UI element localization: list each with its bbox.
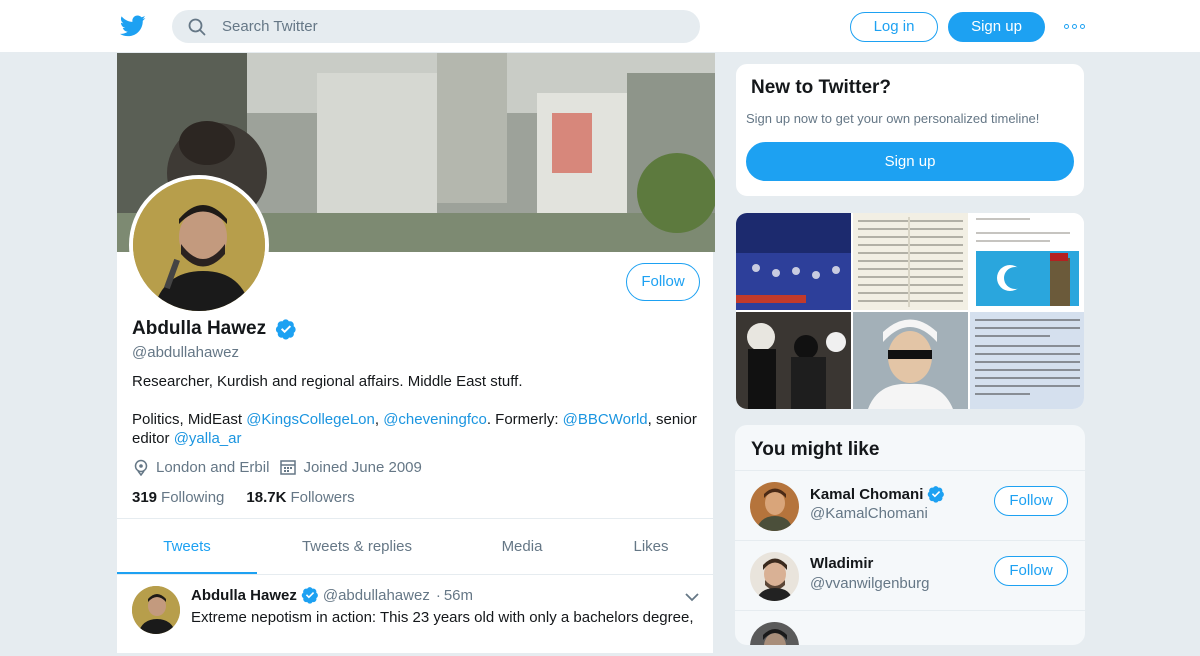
following-label: Following bbox=[161, 489, 225, 506]
suggested-user-avatar[interactable] bbox=[750, 552, 799, 601]
profile-location: London and Erbil bbox=[156, 458, 270, 476]
tab-likes[interactable]: Likes bbox=[587, 519, 715, 574]
following-count: 319 bbox=[132, 489, 158, 506]
suggested-user-row[interactable]: Kamal Chomani @KamalChomani Follow bbox=[735, 470, 1085, 540]
bio-mention-link[interactable]: @BBCWorld bbox=[563, 411, 648, 428]
tab-tweets-replies[interactable]: Tweets & replies bbox=[257, 519, 457, 574]
media-thumbnail[interactable] bbox=[736, 312, 851, 409]
profile-joined: Joined June 2009 bbox=[303, 458, 422, 476]
profile-name-text: Abdulla Hawez bbox=[132, 318, 267, 340]
suggested-user-handle: @vvanwilgenburg bbox=[810, 575, 930, 592]
profile-bio-line2: Politics, MidEast @KingsCollegeLon, @che… bbox=[132, 410, 702, 448]
verified-badge-icon bbox=[301, 587, 318, 604]
follow-button[interactable]: Follow bbox=[994, 556, 1068, 586]
signup-button[interactable]: Sign up bbox=[948, 12, 1045, 42]
top-nav: Log in Sign up bbox=[0, 0, 1200, 53]
suggested-user-row[interactable] bbox=[735, 610, 1085, 645]
bio-text: Politics, MidEast bbox=[132, 411, 247, 428]
following-link[interactable]: 319 Following bbox=[132, 489, 224, 506]
tweet-separator: · bbox=[435, 586, 441, 604]
new-to-twitter-card: New to Twitter? Sign up now to get your … bbox=[735, 63, 1085, 197]
profile-column: Follow Abdulla Hawez @abdullahawez Resea… bbox=[116, 53, 715, 656]
media-thumbnail[interactable] bbox=[970, 312, 1084, 409]
signup-card-button[interactable]: Sign up bbox=[746, 142, 1074, 181]
verified-badge-icon bbox=[928, 486, 945, 503]
bio-mention-link[interactable]: @KingsCollegeLon bbox=[246, 411, 375, 428]
media-grid bbox=[735, 212, 1085, 410]
tab-tweets[interactable]: Tweets bbox=[117, 519, 257, 574]
profile-bio-line1: Researcher, Kurdish and regional affairs… bbox=[132, 373, 523, 390]
bio-mention-link[interactable]: @yalla_ar bbox=[174, 430, 242, 447]
suggested-user-name-text: Wladimir bbox=[810, 555, 874, 572]
suggested-user-handle: @KamalChomani bbox=[810, 505, 928, 522]
suggested-user-name-text: Kamal Chomani bbox=[810, 485, 924, 503]
suggested-user-avatar[interactable] bbox=[750, 622, 799, 645]
media-thumbnail[interactable] bbox=[970, 213, 1084, 310]
login-button[interactable]: Log in bbox=[850, 12, 938, 42]
search-icon bbox=[188, 18, 206, 36]
followers-label: Followers bbox=[290, 489, 355, 506]
tweet-author-handle[interactable]: @abdullahawez bbox=[323, 587, 430, 604]
tweet-timestamp[interactable]: 56m bbox=[444, 587, 473, 604]
tweet-avatar[interactable] bbox=[132, 586, 180, 634]
you-might-like-title: You might like bbox=[751, 439, 880, 460]
tweet-item[interactable]: Abdulla Hawez @abdullahawez · 56m Extrem… bbox=[117, 576, 715, 656]
follow-button[interactable]: Follow bbox=[994, 486, 1068, 516]
profile-avatar[interactable] bbox=[129, 175, 269, 315]
profile-name: Abdulla Hawez bbox=[132, 318, 297, 340]
verified-badge-icon bbox=[276, 319, 296, 340]
calendar-icon bbox=[280, 460, 297, 475]
search-input[interactable] bbox=[222, 10, 682, 43]
media-thumbnail[interactable] bbox=[853, 312, 968, 409]
follow-button[interactable]: Follow bbox=[626, 263, 700, 301]
profile-tabs: Tweets Tweets & replies Media Likes bbox=[117, 518, 715, 575]
bio-text: , bbox=[374, 411, 384, 428]
profile-stats: 319 Following 18.7K Followers bbox=[132, 489, 355, 506]
followers-count: 18.7K bbox=[246, 489, 287, 506]
you-might-like-card: You might like Kamal Chomani @KamalChoma… bbox=[735, 425, 1085, 645]
more-dots-icon[interactable] bbox=[1064, 19, 1086, 33]
suggested-user-row[interactable]: Wladimir @vvanwilgenburg Follow bbox=[735, 540, 1085, 610]
tab-media[interactable]: Media bbox=[457, 519, 587, 574]
followers-link[interactable]: 18.7K Followers bbox=[246, 489, 354, 506]
bio-text: . Formerly: bbox=[486, 411, 563, 428]
chevron-down-icon[interactable] bbox=[685, 592, 699, 602]
tweet-author-name[interactable]: Abdulla Hawez bbox=[191, 587, 297, 604]
location-icon bbox=[134, 459, 148, 476]
media-thumbnail[interactable] bbox=[853, 213, 968, 310]
twitter-logo-icon[interactable] bbox=[120, 13, 146, 39]
suggested-user-name[interactable]: Kamal Chomani bbox=[810, 485, 945, 503]
tweet-header: Abdulla Hawez @abdullahawez · 56m bbox=[191, 586, 473, 604]
new-to-twitter-subtitle: Sign up now to get your own personalized… bbox=[746, 111, 1040, 126]
tweet-text: Extreme nepotism in action: This 23 year… bbox=[191, 609, 694, 626]
bio-mention-link[interactable]: @cheveningfco bbox=[383, 411, 487, 428]
suggested-user-avatar[interactable] bbox=[750, 482, 799, 531]
profile-handle: @abdullahawez bbox=[132, 344, 239, 361]
media-thumbnail[interactable] bbox=[736, 213, 851, 310]
new-to-twitter-title: New to Twitter? bbox=[751, 77, 892, 98]
profile-meta: London and Erbil Joined June 2009 bbox=[132, 458, 422, 476]
suggested-user-name[interactable]: Wladimir bbox=[810, 555, 873, 572]
search-box[interactable] bbox=[172, 10, 700, 43]
